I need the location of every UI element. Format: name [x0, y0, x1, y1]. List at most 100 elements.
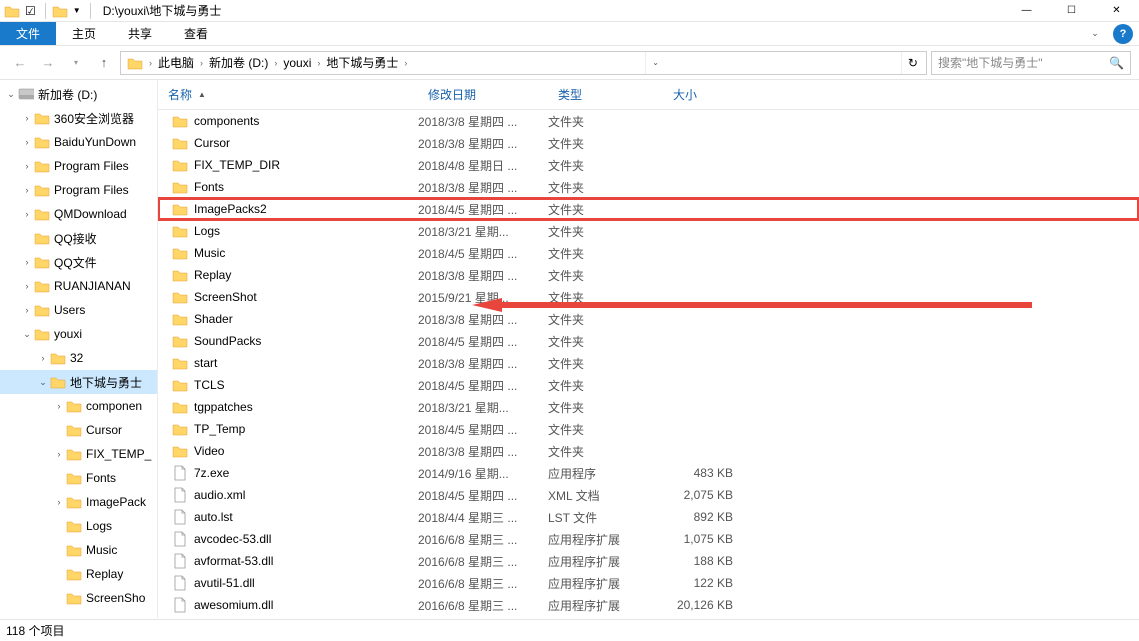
tree-item[interactable]: ›FIX_TEMP_ — [0, 442, 157, 466]
file-row[interactable]: avformat-53.dll2016/6/8 星期三 ...应用程序扩展188… — [158, 550, 1139, 572]
file-row[interactable]: ImagePacks22018/4/5 星期四 ...文件夹 — [158, 198, 1139, 220]
tree-item[interactable]: ScreenSho — [0, 586, 157, 610]
tree-item[interactable]: ›ImagePack — [0, 490, 157, 514]
file-row[interactable]: ScreenShot2015/9/21 星期...文件夹 — [158, 286, 1139, 308]
drive-icon[interactable] — [123, 52, 147, 74]
twisty-icon[interactable]: › — [20, 281, 34, 291]
file-icon — [172, 509, 188, 525]
search-icon[interactable]: 🔍 — [1109, 56, 1124, 70]
tree-item[interactable]: ⌄地下城与勇士 — [0, 370, 157, 394]
file-row[interactable]: TP_Temp2018/4/5 星期四 ...文件夹 — [158, 418, 1139, 440]
tree-item[interactable]: Replay — [0, 562, 157, 586]
qat-dropdown-icon[interactable]: ▼ — [70, 6, 84, 15]
twisty-icon[interactable]: › — [20, 185, 34, 195]
qat-item[interactable]: ☑ — [22, 4, 39, 18]
crumb-folder[interactable]: youxi — [279, 52, 315, 74]
tree-item[interactable]: ›32 — [0, 346, 157, 370]
tree-item[interactable]: ›Users — [0, 298, 157, 322]
file-row[interactable]: Fonts2018/3/8 星期四 ...文件夹 — [158, 176, 1139, 198]
file-row[interactable]: audio.xml2018/4/5 星期四 ...XML 文档2,075 KB — [158, 484, 1139, 506]
file-row[interactable]: FIX_TEMP_DIR2018/4/8 星期日 ...文件夹 — [158, 154, 1139, 176]
twisty-icon[interactable]: › — [20, 305, 34, 315]
folder-icon — [172, 355, 188, 371]
chevron-right-icon[interactable]: › — [402, 58, 409, 68]
twisty-icon[interactable]: ⌄ — [20, 329, 34, 340]
chevron-right-icon[interactable]: › — [272, 58, 279, 68]
chevron-right-icon[interactable]: › — [147, 58, 154, 68]
tree-item[interactable]: ⌄ 新加卷 (D:) — [0, 82, 157, 106]
twisty-icon[interactable]: › — [20, 209, 34, 219]
file-row[interactable]: auto.lst2018/4/4 星期三 ...LST 文件892 KB — [158, 506, 1139, 528]
tree-item[interactable]: Fonts — [0, 466, 157, 490]
twisty-icon[interactable]: › — [52, 449, 66, 459]
minimize-button[interactable]: — — [1004, 0, 1049, 22]
file-type: 文件夹 — [548, 157, 663, 174]
address-bar[interactable]: › 此电脑 › 新加卷 (D:) › youxi › 地下城与勇士 › ⌄ ↻ — [120, 51, 927, 75]
tree-item[interactable]: ⌄youxi — [0, 322, 157, 346]
back-button[interactable]: ← — [8, 51, 32, 75]
tree-item[interactable]: ›RUANJIANAN — [0, 274, 157, 298]
twisty-icon[interactable]: › — [20, 113, 34, 123]
col-date[interactable]: 修改日期 — [418, 80, 548, 109]
file-row[interactable]: Logs2018/3/21 星期...文件夹 — [158, 220, 1139, 242]
file-row[interactable]: Music2018/4/5 星期四 ...文件夹 — [158, 242, 1139, 264]
file-row[interactable]: tgppatches2018/3/21 星期...文件夹 — [158, 396, 1139, 418]
file-row[interactable]: start2018/3/8 星期四 ...文件夹 — [158, 352, 1139, 374]
refresh-button[interactable]: ↻ — [901, 52, 924, 74]
crumb-folder[interactable]: 地下城与勇士 — [322, 52, 402, 74]
col-name[interactable]: 名称▲ — [158, 80, 418, 109]
address-dropdown-icon[interactable]: ⌄ — [645, 52, 665, 74]
file-tab[interactable]: 文件 — [0, 22, 56, 45]
twisty-icon[interactable]: › — [52, 497, 66, 507]
file-row[interactable]: Shader2018/3/8 星期四 ...文件夹 — [158, 308, 1139, 330]
search-input[interactable]: 搜索"地下城与勇士" 🔍 — [931, 51, 1131, 75]
tree-item[interactable]: ›BaiduYunDown — [0, 130, 157, 154]
file-row[interactable]: TCLS2018/4/5 星期四 ...文件夹 — [158, 374, 1139, 396]
chevron-right-icon[interactable]: › — [198, 58, 205, 68]
chevron-right-icon[interactable]: › — [315, 58, 322, 68]
twisty-icon[interactable]: ⌄ — [36, 377, 50, 388]
folder-icon — [34, 230, 50, 246]
file-row[interactable]: Video2018/3/8 星期四 ...文件夹 — [158, 440, 1139, 462]
twisty-icon[interactable]: › — [20, 161, 34, 171]
tree-item[interactable]: ›Program Files — [0, 154, 157, 178]
tree-label: 新加卷 (D:) — [38, 86, 97, 103]
tab-share[interactable]: 共享 — [112, 22, 168, 45]
forward-button[interactable]: → — [36, 51, 60, 75]
file-row[interactable]: awesomium.dll2016/6/8 星期三 ...应用程序扩展20,12… — [158, 594, 1139, 616]
twisty-icon[interactable]: › — [20, 257, 34, 267]
file-row[interactable]: avcodec-53.dll2016/6/8 星期三 ...应用程序扩展1,07… — [158, 528, 1139, 550]
tree-item[interactable]: ›QMDownload — [0, 202, 157, 226]
file-row[interactable]: Replay2018/3/8 星期四 ...文件夹 — [158, 264, 1139, 286]
twisty-icon[interactable]: ⌄ — [4, 89, 18, 100]
crumb-drive[interactable]: 新加卷 (D:) — [205, 52, 272, 74]
up-button[interactable]: ↑ — [92, 51, 116, 75]
tree-item[interactable]: Logs — [0, 514, 157, 538]
ribbon-expand-icon[interactable]: ⌄ — [1083, 22, 1107, 45]
twisty-icon[interactable]: › — [52, 401, 66, 411]
twisty-icon[interactable]: › — [36, 353, 50, 363]
nav-tree[interactable]: ⌄新加卷 (D:)›360安全浏览器›BaiduYunDown›Program … — [0, 80, 158, 618]
maximize-button[interactable]: ☐ — [1049, 0, 1094, 22]
file-row[interactable]: SoundPacks2018/4/5 星期四 ...文件夹 — [158, 330, 1139, 352]
tree-item[interactable]: QQ接收 — [0, 226, 157, 250]
tab-view[interactable]: 查看 — [168, 22, 224, 45]
tree-item[interactable]: ›Program Files — [0, 178, 157, 202]
file-row[interactable]: Cursor2018/3/8 星期四 ...文件夹 — [158, 132, 1139, 154]
col-type[interactable]: 类型 — [548, 80, 663, 109]
file-row[interactable]: components2018/3/8 星期四 ...文件夹 — [158, 110, 1139, 132]
tree-item[interactable]: ›QQ文件 — [0, 250, 157, 274]
tree-item[interactable]: Cursor — [0, 418, 157, 442]
history-dropdown-icon[interactable]: ▾ — [64, 51, 88, 75]
tree-item[interactable]: Music — [0, 538, 157, 562]
crumb-pc[interactable]: 此电脑 — [154, 52, 198, 74]
tree-item[interactable]: ›componen — [0, 394, 157, 418]
file-row[interactable]: 7z.exe2014/9/16 星期...应用程序483 KB — [158, 462, 1139, 484]
tab-home[interactable]: 主页 — [56, 22, 112, 45]
close-button[interactable]: ✕ — [1094, 0, 1139, 22]
tree-item[interactable]: ›360安全浏览器 — [0, 106, 157, 130]
file-row[interactable]: avutil-51.dll2016/6/8 星期三 ...应用程序扩展122 K… — [158, 572, 1139, 594]
twisty-icon[interactable]: › — [20, 137, 34, 147]
help-button[interactable]: ? — [1113, 24, 1133, 44]
col-size[interactable]: 大小 — [663, 80, 763, 109]
